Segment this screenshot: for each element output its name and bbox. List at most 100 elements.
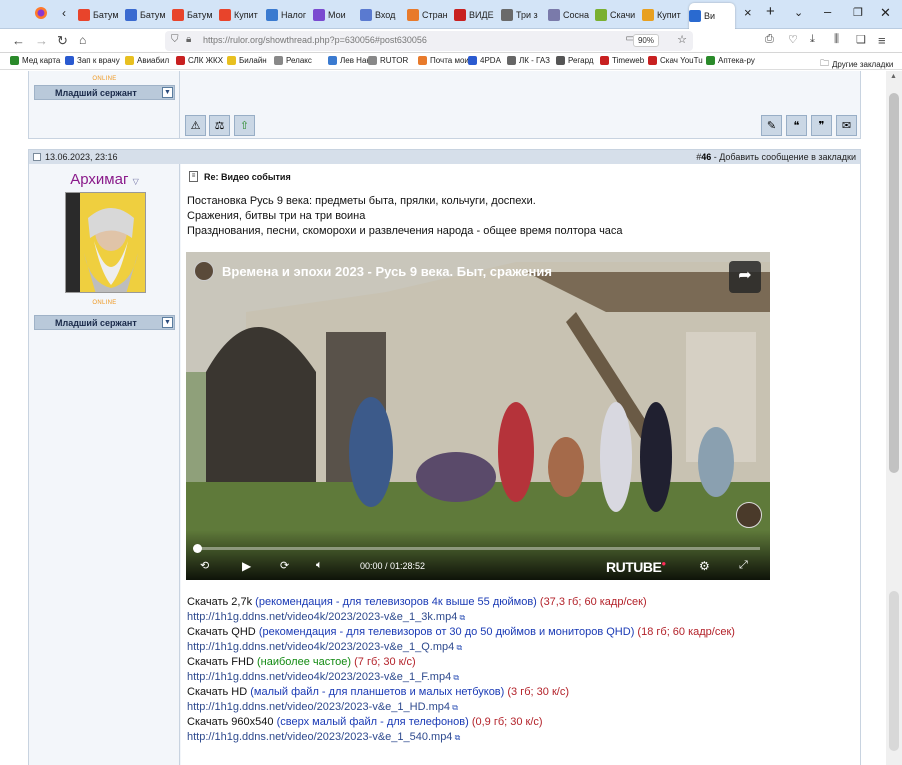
reload-icon[interactable]: ↻ [57,33,68,49]
up-arrow-icon[interactable]: ⇧ [234,115,255,136]
external-link-icon[interactable]: ⧉ [450,703,458,712]
browser-tab[interactable]: Стран [407,3,452,27]
download-link[interactable]: http://1h1g.ddns.net/video/2023/2023-v&e… [187,700,735,716]
chevron-down-icon[interactable]: ▽ [133,177,139,186]
other-bookmarks[interactable]: 🗀 Другие закладки [820,56,893,72]
progress-handle[interactable] [193,544,202,553]
forward-10-icon[interactable]: ⟳ [280,559,289,572]
maximize-icon[interactable]: ❐ [853,6,863,19]
page-scrollbar[interactable]: ▲ [886,71,902,765]
forward-icon[interactable]: → [35,33,48,48]
menu-icon[interactable]: ≡ [878,33,886,48]
browser-tab[interactable]: Купит [642,3,687,27]
shield-icon[interactable]: ⛉ [171,34,179,45]
progress-bar[interactable] [193,544,760,553]
browser-tab[interactable]: Вход [360,3,405,27]
rank-dropdown[interactable]: Младший сержант ▼ [34,315,175,330]
fullscreen-icon[interactable]: ⤢ [739,559,748,572]
browser-tab[interactable]: ВИДЕ [454,3,499,27]
bookmark-item[interactable]: Скач YouTu [648,56,703,65]
url-text[interactable]: https://rulor.org/showthread.php?p=63005… [203,35,427,45]
zoom-level[interactable]: 90% [632,34,659,47]
bookmark-item[interactable]: Регард [556,56,594,65]
browser-tab[interactable]: Налог [266,3,311,27]
close-tab-icon[interactable]: × [744,5,752,20]
bookmark-star-icon[interactable]: ☆ [677,33,687,46]
rewind-10-icon[interactable]: ⟲ [200,559,209,572]
reply-icon[interactable]: ✉ [836,115,857,136]
tab-favicon-icon [78,9,90,21]
bookmark-item[interactable]: Зап к врачу [65,56,120,65]
username[interactable]: Архимаг ▽ [29,171,180,188]
settings-gear-icon[interactable]: ⚙ [699,559,710,573]
bookmark-item[interactable]: СЛК ЖКХ [176,56,223,65]
new-tab-icon[interactable]: + [766,3,775,20]
bookmark-item[interactable]: Билайн [227,56,267,65]
bookmark-item[interactable]: ЛК - ГАЗ [507,56,550,65]
bookmark-item[interactable]: 4PDA [468,56,501,65]
channel-avatar[interactable] [194,261,214,281]
browser-tab[interactable]: Батум [78,3,123,27]
bookmarks-bar: Мед карта Зап к врачу Авиабил СЛК ЖКХ Билайн… [0,53,902,70]
bookmark-item[interactable]: Аптека-ру [706,56,755,65]
bookmark-item[interactable]: Авиабил [125,56,169,65]
browser-tab[interactable]: Мои [313,3,358,27]
post-number-bookmark[interactable]: #46 - Добавить сообщение в закладки [696,152,856,162]
avatar[interactable] [65,192,146,293]
external-link-icon[interactable]: ⧉ [457,613,466,622]
download-link[interactable]: http://1h1g.ddns.net/video4k/2023/2023-v… [187,610,735,626]
back-icon[interactable]: ← [12,33,25,48]
browser-tab[interactable]: Скачи [595,3,640,27]
browser-tab[interactable]: Сосна [548,3,593,27]
rutube-logo[interactable]: RUTUBE● [606,559,666,575]
browser-tab[interactable]: Батум [172,3,217,27]
chevron-down-icon[interactable]: ▼ [162,317,173,328]
download-link[interactable]: http://1h1g.ddns.net/video4k/2023/2023-v… [187,670,735,686]
scrollbar-thumb[interactable] [889,93,899,473]
bookmark-item[interactable]: RUTOR [368,56,408,65]
volume-icon[interactable]: 🔈︎ [316,559,323,572]
edit-icon[interactable]: ✎ [761,115,782,136]
lock-icon[interactable]: 🔒︎ [186,34,191,45]
multi-quote-icon[interactable]: ❞ [811,115,832,136]
bookmark-item[interactable]: Почта мои [418,56,469,65]
external-link-icon[interactable]: ⧉ [451,673,459,682]
bookmark-item[interactable]: Релакс [274,56,312,65]
bookmark-item[interactable]: Мед карта [10,56,60,65]
window-close-icon[interactable]: ✕ [880,5,891,21]
chevron-down-icon[interactable]: ▼ [162,87,173,98]
bookmark-item[interactable]: Лев Нанi [328,56,373,65]
extensions-icon[interactable]: ❑ [856,33,866,46]
external-link-icon[interactable]: ⧉ [452,733,461,742]
browser-tab[interactable]: Три з [501,3,546,27]
library-icon[interactable]: ⫼ [834,33,839,46]
tab-list-icon[interactable]: ⌄ [794,6,803,19]
tabs-scroll-left-icon[interactable]: ‹ [62,6,66,20]
print-icon[interactable]: ⎙ [765,33,774,46]
share-icon[interactable]: ➦ [729,261,761,293]
browser-tab[interactable]: Батум [125,3,170,27]
browser-tab[interactable]: Ви [689,3,735,29]
url-bar[interactable]: ⛉ 🔒︎ https://rulor.org/showthread.php?p=… [165,31,693,51]
pocket-icon[interactable]: ♡ [788,33,798,46]
minimize-icon[interactable]: – [824,4,831,19]
browser-tab[interactable]: Купит [219,3,264,27]
tab-label: ВИДЕ [469,10,494,20]
post-userinfo: Архимаг ▽ ONLINE Младший сержант ▼ [29,164,180,765]
play-icon[interactable]: ▶ [242,559,251,573]
warning-icon[interactable]: ⚠ [185,115,206,136]
external-link-icon[interactable]: ⧉ [454,643,462,652]
rank-dropdown[interactable]: Младший сержант ▼ [34,85,175,100]
download-link[interactable]: http://1h1g.ddns.net/video/2023/2023-v&e… [187,730,735,746]
download-link[interactable]: http://1h1g.ddns.net/video4k/2023/2023-v… [187,640,735,656]
bookmark-item[interactable]: Timeweb [600,56,644,65]
scroll-up-icon[interactable]: ▲ [890,73,897,80]
firefox-icon[interactable] [34,6,48,23]
video-player[interactable]: Времена и эпохи 2023 - Русь 9 века. Быт,… [186,252,770,580]
video-title[interactable]: Времена и эпохи 2023 - Русь 9 века. Быт,… [222,264,552,279]
quote-icon[interactable]: ❝ [786,115,807,136]
download-icon[interactable]: ⤓ [810,33,815,46]
scales-icon[interactable]: ⚖ [209,115,230,136]
home-icon[interactable]: ⌂ [79,33,86,47]
tab-label: Сосна [563,10,589,20]
